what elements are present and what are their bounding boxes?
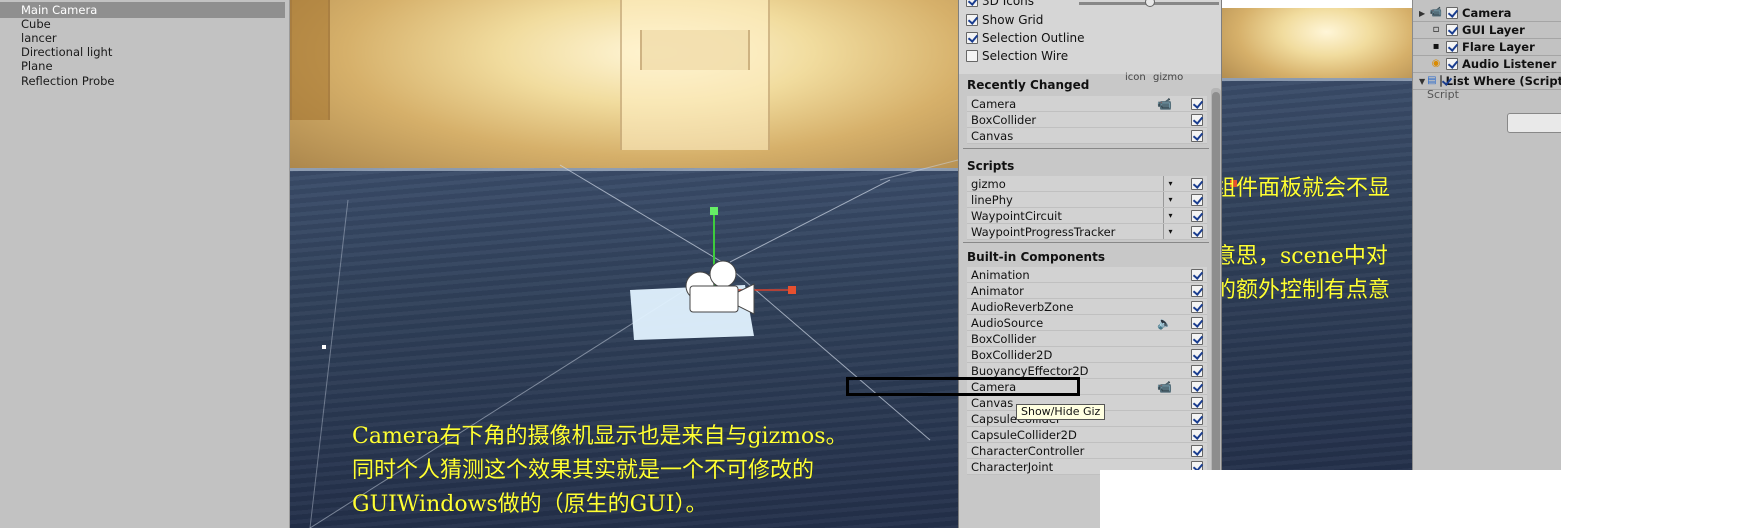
component-audio-listener[interactable]: ◉ Audio Listener [1413, 56, 1561, 73]
section-built-in-components: Built-in Components [967, 250, 1105, 264]
dropdown-arrow-icon[interactable]: ▾ [1163, 208, 1177, 223]
gizmo-row-camera-recent[interactable]: Camera 📹 [967, 96, 1207, 112]
toggle-selection-outline[interactable]: Selection Outline [966, 29, 1085, 47]
gizmo-row-animator[interactable]: Animator [967, 283, 1207, 299]
annotation-right: 压缩组件面板就会不显 示。 有点意思，scene中对 组件的额外控制有点意 思。 [1222, 176, 1391, 303]
collapse-arrow-icon[interactable]: ▼ [1419, 73, 1425, 90]
scene-view-2[interactable]: 压缩组件面板就会不显 示。 有点意思，scene中对 组件的额外控制有点意 思。 [1222, 8, 1412, 470]
gizmo-row-waypointprogresstracker[interactable]: WaypointProgressTracker ▾ [967, 224, 1207, 240]
dropdown-arrow-icon[interactable]: ▾ [1163, 192, 1177, 207]
checkbox[interactable] [966, 50, 978, 62]
checkbox[interactable] [1191, 413, 1203, 425]
section-recently-changed: Recently Changed [967, 78, 1090, 92]
toggle-selection-wire[interactable]: Selection Wire [966, 47, 1068, 65]
gizmo-row-linephy[interactable]: linePhy ▾ [967, 192, 1207, 208]
component-gui-layer[interactable]: ▫ GUI Layer [1413, 22, 1561, 39]
checkbox[interactable] [1191, 301, 1203, 313]
checkbox[interactable] [1191, 381, 1203, 393]
tooltip-show-hide-gizmo: Show/Hide Giz [1016, 404, 1106, 420]
audio-listener-icon: ◉ [1431, 58, 1441, 69]
checkbox[interactable] [1191, 349, 1203, 361]
scrollbar-thumb[interactable] [1212, 92, 1220, 522]
checkbox[interactable] [1191, 445, 1203, 457]
checkbox[interactable] [1446, 41, 1458, 53]
script-field-label: Script [1427, 88, 1459, 101]
checkbox[interactable] [1191, 194, 1203, 206]
annotation-left: Camera右下角的摄像机显示也是来自与gizmos。 同时个人猜测这个效果其实… [352, 424, 848, 517]
component-camera[interactable]: ▶ 📹 Camera [1413, 5, 1561, 22]
gizmo-row-boxcollider[interactable]: BoxCollider [967, 331, 1207, 347]
checkbox[interactable] [1446, 58, 1458, 70]
hierarchy-item-plane[interactable]: Plane [0, 58, 285, 74]
gizmo-row-audiosource[interactable]: AudioSource 🔈 [967, 315, 1207, 331]
gui-layer-icon: ▫ [1432, 24, 1440, 35]
expand-arrow-icon[interactable]: ▶ [1419, 5, 1427, 22]
checkbox[interactable] [1191, 333, 1203, 345]
camera-icon[interactable]: 📹 [1157, 379, 1172, 395]
section-scripts: Scripts [967, 159, 1015, 173]
dropdown-arrow-icon[interactable]: ▾ [1163, 176, 1177, 191]
gizmo-row-buoyancyeffector2d[interactable]: BuoyancyEffector2D [967, 363, 1207, 379]
component-flare-layer[interactable]: ▪ Flare Layer [1413, 39, 1561, 56]
dropdown-arrow-icon[interactable]: ▾ [1163, 224, 1177, 239]
checkbox[interactable] [1191, 114, 1203, 126]
checkbox[interactable] [1191, 210, 1203, 222]
camera-icon: 📹 [1429, 7, 1443, 18]
checkbox[interactable] [966, 32, 978, 44]
toggle-show-grid[interactable]: Show Grid [966, 11, 1043, 29]
checkbox[interactable] [1191, 178, 1203, 190]
checkbox[interactable] [1446, 24, 1458, 36]
gizmo-row-waypointcircuit[interactable]: WaypointCircuit ▾ [967, 208, 1207, 224]
script-icon: ▤ [1427, 75, 1437, 86]
scene-view[interactable]: Camera右下角的摄像机显示也是来自与gizmos。 同时个人猜测这个效果其实… [290, 0, 958, 528]
gizmo-row-audioreverbzone[interactable]: AudioReverbZone [967, 299, 1207, 315]
checkbox[interactable] [1191, 269, 1203, 281]
checkbox[interactable] [1191, 397, 1203, 409]
speaker-icon[interactable]: 🔈 [1157, 315, 1172, 331]
checkbox[interactable] [1191, 226, 1203, 238]
checkbox[interactable] [1446, 7, 1458, 19]
toggle-3d-icons[interactable]: 3D Icons [966, 0, 1034, 10]
checkbox[interactable] [966, 14, 978, 26]
hierarchy-panel: Main Camera Cube lancer Directional ligh… [0, 0, 290, 528]
hierarchy-item-reflection-probe[interactable]: Reflection Probe [0, 73, 285, 89]
camera-icon[interactable]: 📹 [1157, 96, 1172, 112]
inspector-panel: ▶ 📹 Camera ▫ GUI Layer ▪ Flare Layer ◉ A… [1412, 0, 1561, 470]
checkbox[interactable] [1191, 98, 1203, 110]
checkbox[interactable] [1439, 75, 1442, 87]
gizmo-row-gizmo[interactable]: gizmo ▾ [967, 176, 1207, 192]
gizmo-row-boxcollider2d[interactable]: BoxCollider2D [967, 347, 1207, 363]
gizmo-row-capsulecollider2d[interactable]: CapsuleCollider2D [967, 427, 1207, 443]
gizmo-row-animation[interactable]: Animation [967, 267, 1207, 283]
gizmo-row-boxcollider-recent[interactable]: BoxCollider [967, 112, 1207, 128]
checkbox[interactable] [1191, 317, 1203, 329]
checkbox[interactable] [1191, 130, 1203, 142]
checkbox[interactable] [1191, 429, 1203, 441]
gizmo-row-camera[interactable]: Camera 📹 [967, 379, 1207, 395]
add-component-button[interactable] [1507, 113, 1561, 133]
gizmo-row-charactercontroller[interactable]: CharacterController [967, 443, 1207, 459]
checkbox[interactable] [1191, 285, 1203, 297]
flare-layer-icon: ▪ [1432, 41, 1440, 52]
gizmo-row-canvas-recent[interactable]: Canvas [967, 128, 1207, 144]
checkbox[interactable] [1191, 365, 1203, 377]
checkbox[interactable] [966, 0, 978, 7]
gizmos-dropdown-panel: 3D Icons Show Grid Selection Outline Sel… [958, 0, 1222, 528]
